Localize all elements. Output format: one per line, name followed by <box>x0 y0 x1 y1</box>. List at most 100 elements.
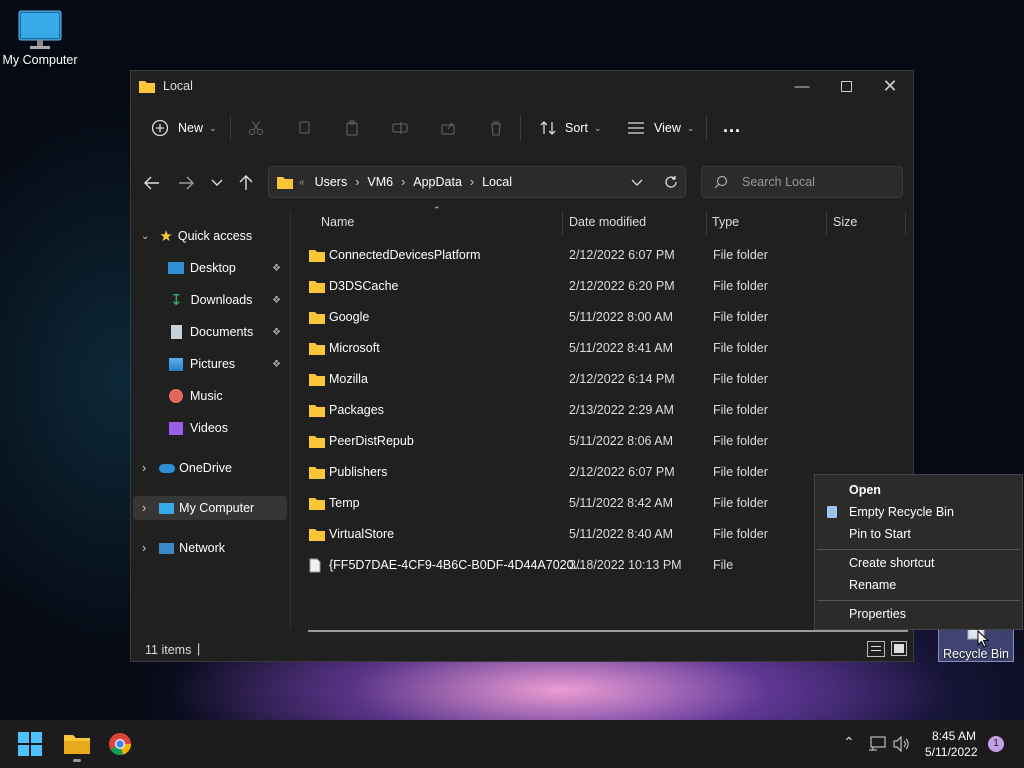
refresh-icon[interactable] <box>664 175 678 189</box>
pictures-icon <box>169 357 183 371</box>
sidebar-item-network[interactable]: › Network <box>133 536 287 560</box>
sidebar-item-pictures[interactable]: Pictures ❖ <box>133 352 287 376</box>
desktop-icon-my-computer[interactable]: My Computer <box>0 10 80 67</box>
file-type: File folder <box>713 310 768 324</box>
column-size[interactable]: Size <box>833 215 857 229</box>
sidebar-item-onedrive[interactable]: › OneDrive <box>133 456 287 480</box>
clock-time[interactable]: 8:45 AM <box>932 729 976 743</box>
delete-icon[interactable] <box>484 116 508 140</box>
column-date-modified[interactable]: Date modified <box>569 215 646 229</box>
share-icon[interactable] <box>436 116 460 140</box>
details-view-icon[interactable] <box>867 641 885 657</box>
start-button[interactable] <box>18 732 42 756</box>
sidebar-item-desktop[interactable]: Desktop ❖ <box>133 256 287 280</box>
desktop-icon <box>168 262 184 274</box>
cut-icon[interactable] <box>244 116 268 140</box>
sidebar-item-videos[interactable]: Videos <box>133 416 287 440</box>
volume-icon[interactable] <box>893 736 911 752</box>
forward-arrow-icon[interactable] <box>174 171 198 195</box>
divider <box>706 115 707 141</box>
copy-icon[interactable] <box>292 116 316 140</box>
taskbar-chrome[interactable] <box>108 732 132 756</box>
folder-icon <box>309 310 325 327</box>
new-button[interactable]: New ⌄ <box>151 115 217 141</box>
desktop-icon-label: Recycle Bin <box>943 647 1009 661</box>
taskbar-file-explorer[interactable] <box>62 730 92 764</box>
chevron-down-icon: ⌄ <box>209 122 217 133</box>
back-arrow-icon[interactable] <box>140 171 164 195</box>
paste-icon[interactable] <box>340 116 364 140</box>
rename-icon[interactable] <box>388 116 412 140</box>
divider <box>520 115 521 141</box>
sidebar-item-my-computer[interactable]: › My Computer <box>133 496 287 520</box>
pane-divider[interactable] <box>290 211 291 629</box>
recent-locations-chevron-icon[interactable] <box>205 171 229 195</box>
folder-icon <box>309 403 325 420</box>
network-icon <box>159 542 175 554</box>
notification-badge[interactable]: 1 <box>988 736 1004 752</box>
sidebar-item-label: Quick access <box>177 229 253 243</box>
sort-icon <box>540 121 556 135</box>
chevron-up-icon[interactable]: ⌃ <box>843 734 855 751</box>
item-count: 11 items <box>145 643 192 657</box>
sidebar-item-label: Network <box>179 541 226 555</box>
sidebar-item-downloads[interactable]: ↧ Downloads ❖ <box>133 288 287 312</box>
network-icon[interactable] <box>868 736 886 752</box>
folder-icon <box>309 248 325 265</box>
breadcrumb-appdata[interactable]: AppData <box>413 175 462 189</box>
pin-icon[interactable]: ❖ <box>272 359 281 370</box>
search-box[interactable]: Search Local <box>701 166 903 198</box>
file-row[interactable]: D3DSCache 2/12/2022 6:20 PM File folder <box>307 271 907 302</box>
folder-icon <box>277 177 293 189</box>
menu-item-rename[interactable]: Rename <box>849 578 896 592</box>
sidebar-item-music[interactable]: Music <box>133 384 287 408</box>
column-divider[interactable] <box>706 211 707 235</box>
file-row[interactable]: Mozilla 2/12/2022 6:14 PM File folder <box>307 364 907 395</box>
search-icon <box>714 175 728 189</box>
file-name: {FF5D7DAE-4CF9-4B6C-B0DF-4D44A7020... <box>329 558 584 572</box>
pin-icon[interactable]: ❖ <box>272 263 281 274</box>
sort-button[interactable]: Sort ⌄ <box>539 115 601 141</box>
menu-item-create-shortcut[interactable]: Create shortcut <box>849 556 934 570</box>
address-bar[interactable]: « Users › VM6 › AppData › Local <box>268 166 686 198</box>
menu-item-open[interactable]: Open <box>849 483 881 497</box>
breadcrumb-users[interactable]: Users <box>315 175 348 189</box>
tiles-view-icon[interactable] <box>891 641 907 656</box>
horizontal-scrollbar[interactable] <box>308 630 908 632</box>
view-button[interactable]: View ⌄ <box>627 115 694 141</box>
column-divider[interactable] <box>826 211 827 235</box>
file-row[interactable]: PeerDistRepub 5/11/2022 8:06 AM File folde… <box>307 426 907 457</box>
pin-icon[interactable]: ❖ <box>272 295 281 306</box>
menu-item-properties[interactable]: Properties <box>849 607 906 621</box>
column-divider[interactable] <box>905 211 906 235</box>
more-options-button[interactable]: ... <box>723 113 741 139</box>
close-button[interactable]: ✕ <box>867 71 913 101</box>
file-row[interactable]: ConnectedDevicesPlatform 2/12/2022 6:07 P… <box>307 240 907 271</box>
minimize-button[interactable]: — <box>779 71 825 101</box>
up-arrow-icon[interactable] <box>234 171 258 195</box>
breadcrumb-overflow[interactable]: « <box>299 177 305 188</box>
folder-icon <box>309 279 325 296</box>
sidebar-item-label: My Computer <box>179 501 255 515</box>
download-arrow-icon: ↧ <box>170 292 183 309</box>
file-row[interactable]: Microsoft 5/11/2022 8:41 AM File folder <box>307 333 907 364</box>
column-name[interactable]: Name <box>321 215 354 229</box>
column-divider[interactable] <box>562 211 563 235</box>
breadcrumb-vm6[interactable]: VM6 <box>367 175 393 189</box>
file-row[interactable]: Google 5/11/2022 8:00 AM File folder <box>307 302 907 333</box>
column-type[interactable]: Type <box>712 215 739 229</box>
clock-date[interactable]: 5/11/2022 <box>925 745 978 759</box>
chevron-down-icon[interactable] <box>631 179 643 187</box>
menu-item-empty-recycle-bin[interactable]: Empty Recycle Bin <box>849 505 954 519</box>
sort-ascending-icon: ⌃ <box>433 205 441 215</box>
sidebar-item-quick-access[interactable]: ⌄ ★ Quick access <box>133 224 287 248</box>
document-icon <box>171 325 182 339</box>
chevron-right-icon: › <box>355 175 360 189</box>
maximize-button[interactable] <box>823 71 869 101</box>
file-row[interactable]: Packages 2/13/2022 2:29 AM File folder <box>307 395 907 426</box>
sidebar-item-documents[interactable]: Documents ❖ <box>133 320 287 344</box>
menu-item-pin-to-start[interactable]: Pin to Start <box>849 527 911 541</box>
file-type: File folder <box>713 465 768 479</box>
pin-icon[interactable]: ❖ <box>272 327 281 338</box>
breadcrumb-local[interactable]: Local <box>482 175 512 189</box>
